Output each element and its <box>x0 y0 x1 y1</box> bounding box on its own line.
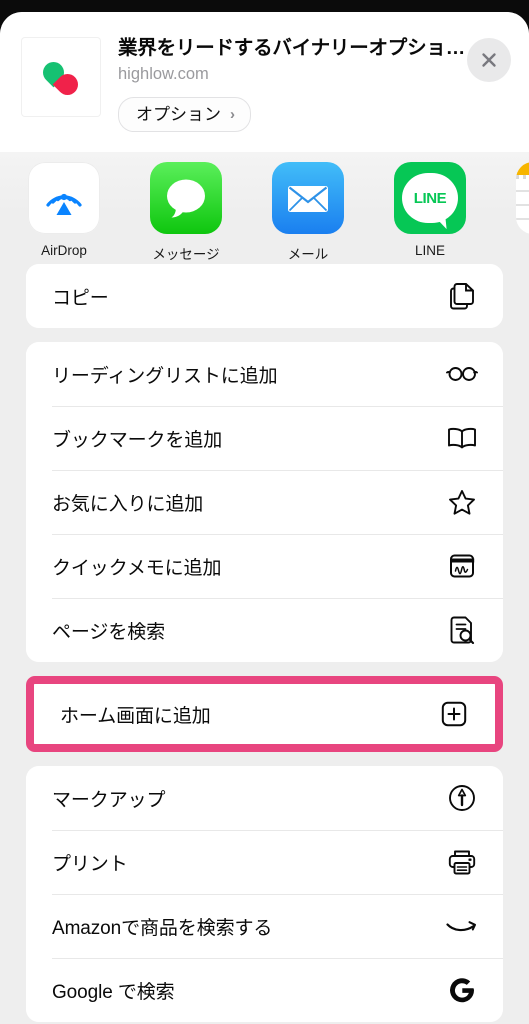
action-label: Google で検索 <box>52 981 175 1003</box>
copy-icon <box>445 279 479 313</box>
share-sheet-header: 業界をリードするバイナリーオプショ… highlow.com オプション › <box>0 12 529 152</box>
airdrop-icon <box>46 193 82 215</box>
share-sheet-panel: 業界をリードするバイナリーオプショ… highlow.com オプション › A… <box>0 12 529 1024</box>
messages-tile <box>150 162 222 234</box>
plus-square-icon <box>437 697 471 731</box>
mail-icon <box>288 186 328 212</box>
line-icon: LINE <box>402 173 458 223</box>
book-icon <box>445 421 479 455</box>
action-group-add-to-home-screen-highlighted: ホーム画面に追加 <box>26 676 503 752</box>
action-label: リーディングリストに追加 <box>52 365 278 387</box>
action-group-tools: マークアップ プリント Amazonで商品を検索する Google で検索 <box>26 766 503 1022</box>
action-row-add-to-reading-list[interactable]: リーディングリストに追加 <box>26 342 503 406</box>
action-row-add-quick-note[interactable]: クイックメモに追加 <box>26 534 503 598</box>
share-target-label: AirDrop <box>41 243 87 258</box>
action-label: マークアップ <box>52 789 166 811</box>
notes-tile <box>516 162 529 234</box>
share-target-messages[interactable]: メッセージ <box>125 162 247 263</box>
notes-icon <box>516 162 529 234</box>
site-favicon <box>22 38 100 116</box>
action-label: お気に入りに追加 <box>52 493 204 515</box>
action-label: Amazonで商品を検索する <box>52 917 273 939</box>
action-label: ブックマークを追加 <box>52 429 223 451</box>
action-row-search-google[interactable]: Google で検索 <box>26 958 503 1022</box>
share-targets-row[interactable]: AirDrop メッセージ メール LINE LINE <box>0 152 529 264</box>
page-title: 業界をリードするバイナリーオプショ… <box>118 37 466 59</box>
share-target-label: メール <box>287 247 329 262</box>
find-on-page-icon <box>445 613 479 647</box>
notes-rule <box>516 204 529 206</box>
page-domain: highlow.com <box>118 65 209 84</box>
action-row-print[interactable]: プリント <box>26 830 503 894</box>
notes-header-bar <box>516 162 529 175</box>
google-icon <box>445 973 479 1007</box>
action-row-add-to-home-screen[interactable]: ホーム画面に追加 <box>34 684 495 744</box>
chevron-right-icon: › <box>230 105 235 123</box>
airdrop-tile <box>28 162 100 234</box>
action-row-search-amazon[interactable]: Amazonで商品を検索する <box>26 894 503 958</box>
action-row-copy[interactable]: コピー <box>26 264 503 328</box>
markup-icon <box>445 781 479 815</box>
action-row-find-on-page[interactable]: ページを検索 <box>26 598 503 662</box>
close-button[interactable] <box>467 38 511 82</box>
printer-icon <box>445 845 479 879</box>
mail-tile <box>272 162 344 234</box>
action-group-copy: コピー <box>26 264 503 328</box>
share-target-mail[interactable]: メール <box>247 162 369 263</box>
action-label: ページを検索 <box>52 621 166 643</box>
messages-icon <box>167 179 205 218</box>
action-label: プリント <box>52 853 128 875</box>
options-button-label: オプション <box>136 104 221 124</box>
header-text-block: 業界をリードするバイナリーオプショ… highlow.com オプション › <box>100 34 511 132</box>
notes-rule <box>516 190 529 192</box>
action-label: クイックメモに追加 <box>52 557 222 579</box>
action-label: コピー <box>52 287 109 309</box>
action-label: ホーム画面に追加 <box>60 705 211 727</box>
notes-perforation <box>516 175 529 179</box>
amazon-icon <box>445 909 479 943</box>
action-group-safari: リーディングリストに追加 ブックマークを追加 お気に入りに追加 クイックメモに追… <box>26 342 503 662</box>
line-wordmark: LINE <box>413 189 447 207</box>
notes-rule <box>516 218 529 220</box>
options-button[interactable]: オプション › <box>118 96 251 132</box>
action-row-add-favorite[interactable]: お気に入りに追加 <box>26 470 503 534</box>
close-icon <box>482 53 496 67</box>
share-target-airdrop[interactable]: AirDrop <box>3 162 125 258</box>
share-target-notes[interactable] <box>491 162 529 243</box>
line-tile: LINE <box>394 162 466 234</box>
share-sheet-screen: 業界をリードするバイナリーオプショ… highlow.com オプション › A… <box>0 0 529 1024</box>
share-target-line[interactable]: LINE LINE <box>369 162 491 258</box>
action-row-add-bookmark[interactable]: ブックマークを追加 <box>26 406 503 470</box>
star-icon <box>445 485 479 519</box>
action-row-markup[interactable]: マークアップ <box>26 766 503 830</box>
glasses-icon <box>445 357 479 391</box>
share-target-label: メッセージ <box>152 247 220 262</box>
action-groups: コピー リーディングリストに追加 ブックマークを追加 お気に入りに追加 クイック… <box>0 264 529 1024</box>
share-target-label: LINE <box>414 243 445 258</box>
quick-note-icon <box>445 549 479 583</box>
